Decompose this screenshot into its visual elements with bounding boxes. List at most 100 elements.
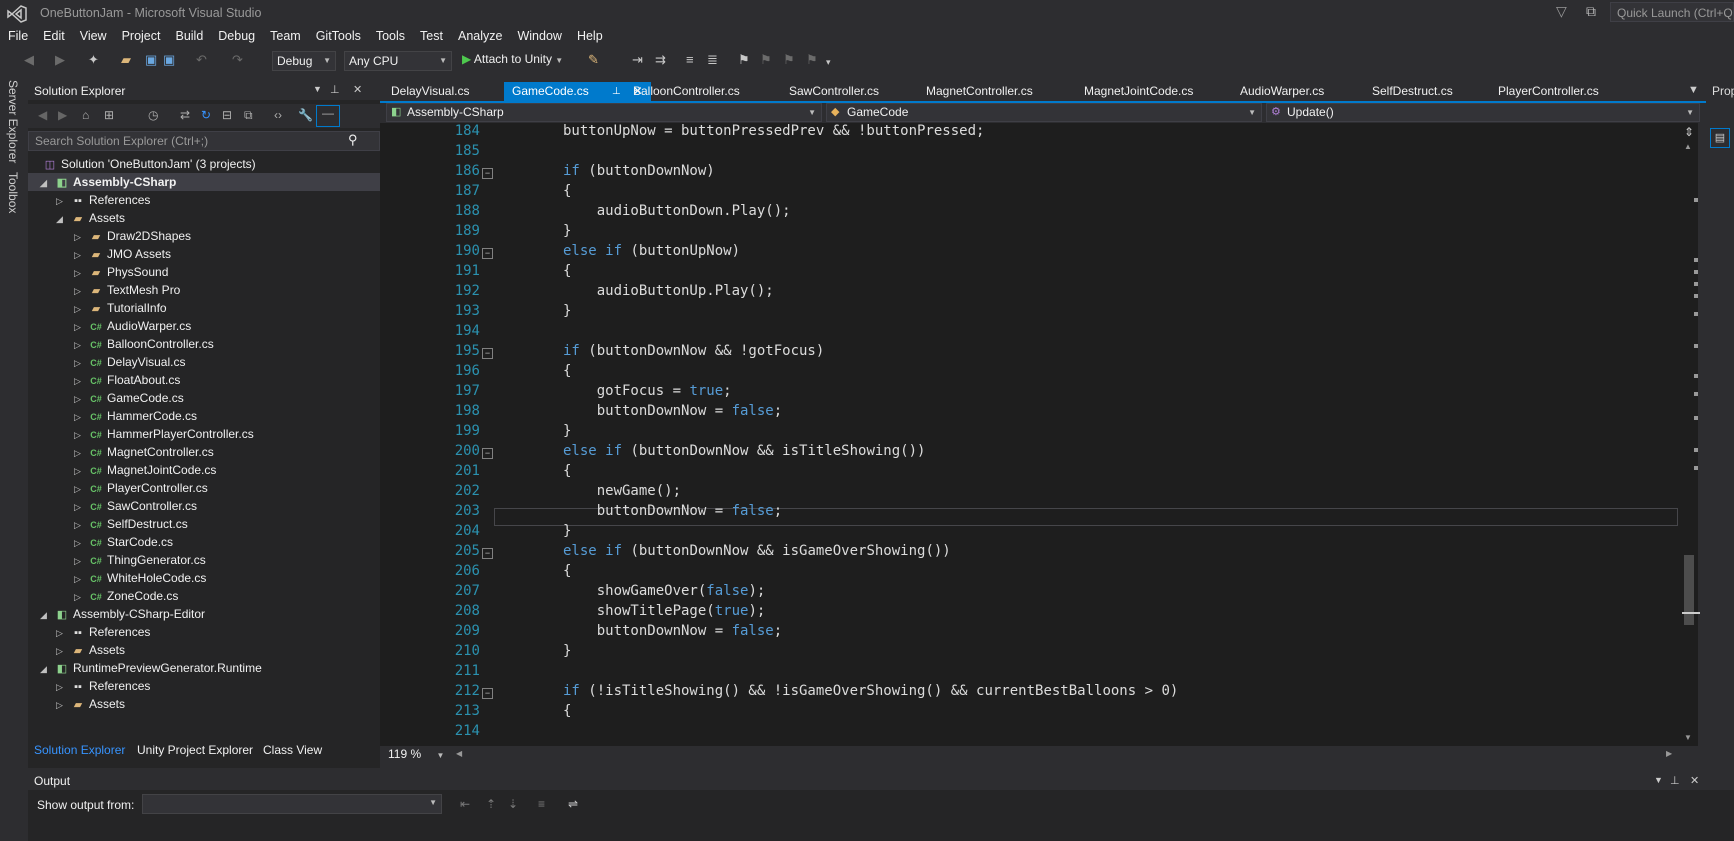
- uncomment-icon[interactable]: ≣: [707, 52, 718, 68]
- new-project-icon[interactable]: ✦: [88, 52, 99, 68]
- menu-build[interactable]: Build: [167, 26, 210, 48]
- expand-icon[interactable]: ▷: [74, 462, 88, 480]
- properties-tab[interactable]: Prop: [1712, 84, 1734, 98]
- notification-filter-icon[interactable]: ▽: [1556, 3, 1567, 20]
- tree-item-folder[interactable]: ▷ ▰ PhysSound: [28, 263, 426, 281]
- menu-analyze[interactable]: Analyze: [450, 26, 509, 48]
- scroll-up-icon[interactable]: ▲: [1684, 142, 1692, 151]
- save-all-icon[interactable]: ▣: [163, 52, 175, 68]
- pin-icon[interactable]: ⊥: [1670, 774, 1680, 787]
- toolbox-tab[interactable]: Toolbox: [6, 172, 20, 213]
- expand-icon[interactable]: ▷: [74, 570, 88, 588]
- sync-with-document-icon[interactable]: ⇄: [180, 108, 190, 122]
- menu-gittools[interactable]: GitTools: [308, 26, 368, 48]
- refresh-icon[interactable]: ↻: [201, 108, 211, 122]
- clear-bookmarks-icon[interactable]: ⚑: [806, 52, 818, 68]
- view-code-icon[interactable]: ‹›: [274, 108, 282, 122]
- preview-selected-items-icon[interactable]: —: [316, 105, 340, 127]
- feedback-icon[interactable]: ⧉: [1586, 3, 1596, 20]
- menu-project[interactable]: Project: [114, 26, 168, 48]
- expand-icon[interactable]: ▷: [56, 678, 70, 696]
- quick-launch-input[interactable]: Quick Launch (Ctrl+Q): [1610, 2, 1734, 22]
- tab-class-view[interactable]: Class View: [263, 743, 322, 757]
- fold-collapse-icon[interactable]: −: [482, 548, 493, 559]
- expand-icon[interactable]: ▷: [74, 300, 88, 318]
- next-bookmark-icon[interactable]: ⚑: [783, 52, 795, 68]
- expand-icon[interactable]: ▷: [74, 444, 88, 462]
- doc-tab-sawcontroller[interactable]: SawController.cs: [781, 82, 887, 101]
- menu-help[interactable]: Help: [569, 26, 610, 48]
- close-icon[interactable]: ✕: [1690, 774, 1699, 787]
- tree-item-file[interactable]: ▷ C# StarCode.cs: [28, 533, 426, 551]
- expand-icon[interactable]: ▷: [74, 588, 88, 606]
- expand-icon[interactable]: ▷: [74, 228, 88, 246]
- tree-item-file[interactable]: ▷ C# GameCode.cs: [28, 389, 426, 407]
- expand-icon[interactable]: ▷: [74, 336, 88, 354]
- undo-icon[interactable]: ↶: [196, 52, 207, 68]
- step-icon[interactable]: ⇥: [632, 52, 643, 68]
- tree-item-file[interactable]: ▷ C# HammerPlayerController.cs: [28, 425, 426, 443]
- attach-to-unity-button[interactable]: ▶ Attach to Unity ▼: [462, 52, 563, 66]
- fold-collapse-icon[interactable]: −: [482, 248, 493, 259]
- tree-item-file[interactable]: ▷ C# BalloonController.cs: [28, 335, 426, 353]
- tree-item-references[interactable]: ▷ ▪▪ References: [28, 191, 408, 209]
- pending-changes-filter-icon[interactable]: ◷: [148, 108, 158, 122]
- tree-item-project-assembly-csharp-editor[interactable]: ◢ ◧ Assembly-CSharp-Editor: [28, 605, 392, 623]
- tree-item-folder[interactable]: ▷ ▰ TutorialInfo: [28, 299, 426, 317]
- comment-out-icon[interactable]: ≡: [686, 52, 694, 67]
- zoom-level-select[interactable]: 119 % ▼: [388, 747, 444, 761]
- tree-item-file[interactable]: ▷ C# PlayerController.cs: [28, 479, 426, 497]
- expand-icon[interactable]: ▷: [74, 552, 88, 570]
- expand-icon[interactable]: ▷: [74, 390, 88, 408]
- tree-item-project-assembly-csharp[interactable]: ◢ ◧ Assembly-CSharp: [28, 173, 392, 191]
- fold-collapse-icon[interactable]: −: [482, 168, 493, 179]
- close-icon[interactable]: ✕: [353, 83, 362, 96]
- expand-icon[interactable]: ▷: [74, 534, 88, 552]
- collapse-icon[interactable]: ◢: [40, 606, 54, 624]
- fold-collapse-icon[interactable]: −: [482, 348, 493, 359]
- horizontal-scrollbar[interactable]: [450, 747, 1680, 764]
- tree-item-file[interactable]: ▷ C# DelayVisual.cs: [28, 353, 426, 371]
- open-file-icon[interactable]: ▰: [121, 52, 131, 68]
- step-over-icon[interactable]: ⇉: [655, 52, 666, 68]
- tree-item-file[interactable]: ▷ C# MagnetJointCode.cs: [28, 461, 426, 479]
- tree-item-assets[interactable]: ▷ ▰ Assets: [28, 641, 408, 659]
- toggle-word-wrap-icon[interactable]: ⇌: [568, 797, 578, 811]
- tree-item-file[interactable]: ▷ C# ZoneCode.cs: [28, 587, 426, 605]
- search-icon[interactable]: ⚲: [348, 132, 358, 148]
- doc-tab-magnetjointcode[interactable]: MagnetJointCode.cs: [1076, 82, 1201, 101]
- tree-item-file[interactable]: ▷ C# HammerCode.cs: [28, 407, 426, 425]
- expand-icon[interactable]: ▷: [74, 246, 88, 264]
- collapse-all-icon[interactable]: ⊟: [222, 108, 232, 122]
- collapse-icon[interactable]: ◢: [40, 174, 54, 192]
- expand-icon[interactable]: ▷: [56, 624, 70, 642]
- properties-list-icon[interactable]: ▤: [1710, 128, 1730, 148]
- tree-item-file[interactable]: ▷ C# ThingGenerator.cs: [28, 551, 426, 569]
- expand-icon[interactable]: ▷: [74, 426, 88, 444]
- home-icon[interactable]: ⌂: [82, 108, 89, 122]
- bookmark-icon[interactable]: ⚑: [738, 52, 750, 68]
- forward-icon[interactable]: ▶: [58, 108, 67, 122]
- tree-item-file[interactable]: ▷ C# FloatAbout.cs: [28, 371, 426, 389]
- clear-all-icon[interactable]: ≡: [538, 797, 545, 811]
- vertical-scrollbar[interactable]: [1680, 123, 1698, 746]
- solution-explorer-search-input[interactable]: Search Solution Explorer (Ctrl+;): [28, 131, 380, 151]
- doc-tab-ballooncontroller[interactable]: BalloonController.cs: [625, 82, 748, 101]
- scroll-left-icon[interactable]: ◀: [456, 749, 462, 758]
- expand-icon[interactable]: ▷: [74, 264, 88, 282]
- type-nav-select[interactable]: ◆ GameCode ▼: [826, 103, 1262, 122]
- pin-icon[interactable]: ⊥: [330, 83, 340, 96]
- solution-platform-select[interactable]: Any CPU ▼: [344, 51, 452, 71]
- server-explorer-tab[interactable]: Server Explorer: [6, 80, 20, 163]
- toolbar-overflow-icon[interactable]: ▾: [826, 57, 831, 68]
- prev-message-icon[interactable]: ⇡: [486, 797, 496, 811]
- tab-solution-explorer[interactable]: Solution Explorer: [34, 743, 125, 757]
- project-nav-select[interactable]: ◧ Assembly-CSharp ▼: [386, 103, 822, 122]
- back-icon[interactable]: ◀: [38, 108, 47, 122]
- doc-tab-selfdestruct[interactable]: SelfDestruct.cs: [1364, 82, 1461, 101]
- save-icon[interactable]: ▣: [145, 52, 157, 68]
- properties-wrench-icon[interactable]: 🔧: [298, 108, 313, 122]
- collapse-icon[interactable]: ◢: [56, 210, 70, 228]
- menu-team[interactable]: Team: [262, 26, 308, 48]
- tree-item-folder[interactable]: ▷ ▰ TextMesh Pro: [28, 281, 426, 299]
